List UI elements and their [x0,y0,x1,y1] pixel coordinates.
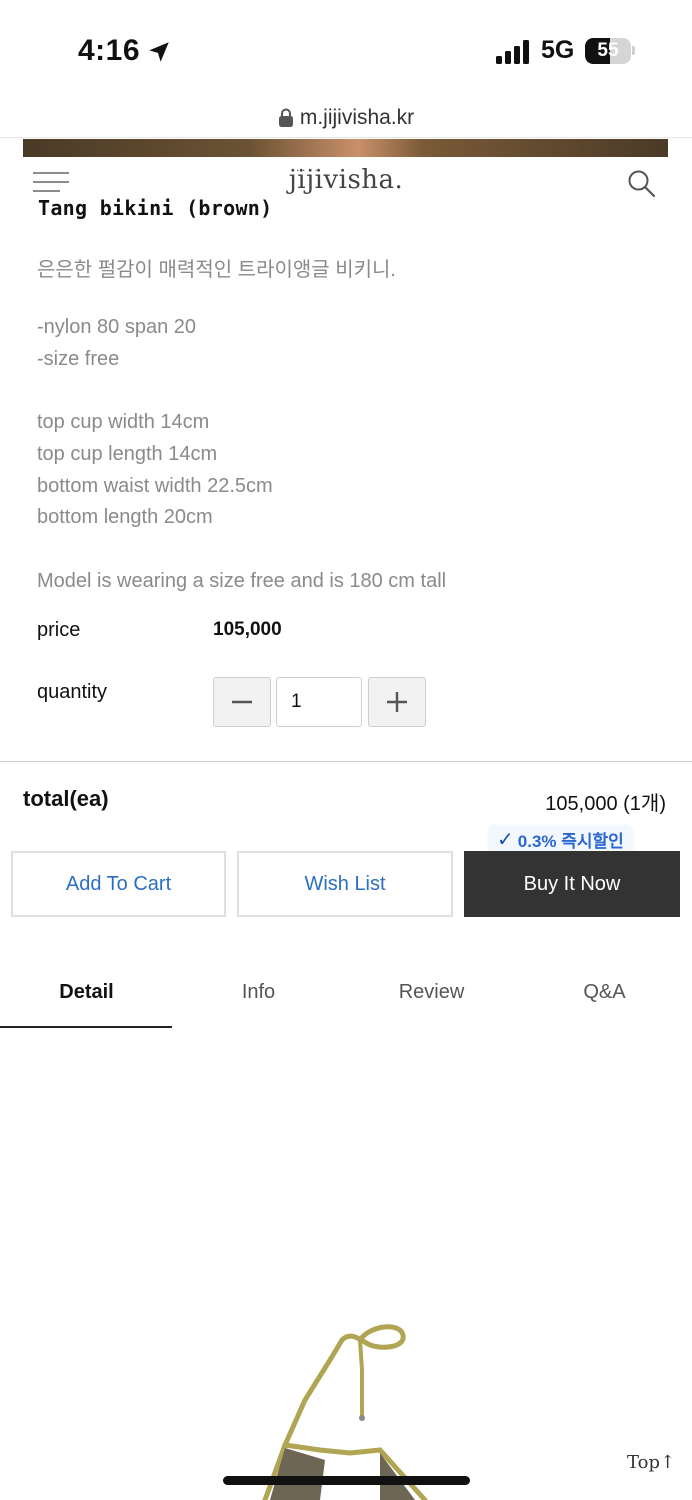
price-label: price [37,619,81,641]
tab-qna[interactable]: Q&A [518,981,691,1004]
quantity-increase-button[interactable] [368,677,426,727]
section-divider [0,761,692,762]
product-description-line: bottom waist width 22.5cm [37,475,273,497]
url-bar[interactable]: m.jijivisha.kr [0,100,692,140]
discount-badge: ✓ 0.3% 즉시할인 [489,825,632,853]
total-value: 105,000 (1개) [545,793,666,815]
product-description-line: Model is wearing a size free and is 180 … [37,570,447,592]
buy-now-button[interactable]: Buy It Now [464,851,680,917]
quantity-decrease-button[interactable] [213,677,271,727]
network-type: 5G [541,36,575,64]
product-description-line: -nylon 80 span 20 [37,316,197,338]
total-label: total(ea) [23,786,109,811]
product-description-line: 은은한 펄감이 매력적인 트라이앵글 비키니. [37,259,396,281]
product-description-line: -size free [37,348,120,370]
product-image-strip [23,139,668,157]
price-value: 105,000 [213,619,282,640]
lock-icon [278,108,293,127]
product-description-line: bottom length 20cm [37,506,213,528]
battery-icon: 55 [585,38,631,64]
search-icon[interactable] [626,168,656,198]
battery-nub [632,46,635,55]
signal-bars-icon [496,40,529,64]
wish-list-button[interactable]: Wish List [237,851,453,917]
quantity-input[interactable]: 1 [276,677,362,727]
discount-badge-text: 0.3% 즉시할인 [517,831,624,851]
minus-icon [232,700,252,704]
site-logo[interactable]: jijivisha. [0,165,692,195]
status-time: 4:16 [78,34,141,67]
tab-info[interactable]: Info [172,981,345,1004]
scroll-top-link[interactable]: Top↑ [627,1452,675,1473]
url-text: m.jijivisha.kr [299,106,415,129]
status-bar: 4:16 5G 55 [0,0,692,100]
url-divider [0,137,692,138]
add-to-cart-button[interactable]: Add To Cart [11,851,226,917]
product-description-line: top cup length 14cm [37,443,218,465]
battery-percent: 55 [597,40,619,61]
check-icon: ✓ [497,828,514,851]
location-arrow-icon [149,42,169,62]
product-detail-image [262,1324,428,1500]
product-title: Tang bikini (brown) [38,196,273,220]
tab-review[interactable]: Review [345,981,518,1004]
product-description-line: top cup width 14cm [37,411,210,433]
home-indicator [223,1476,470,1485]
quantity-label: quantity [37,681,108,703]
plus-icon [387,692,407,712]
active-tab-indicator [0,1026,172,1028]
tab-detail[interactable]: Detail [0,981,173,1004]
